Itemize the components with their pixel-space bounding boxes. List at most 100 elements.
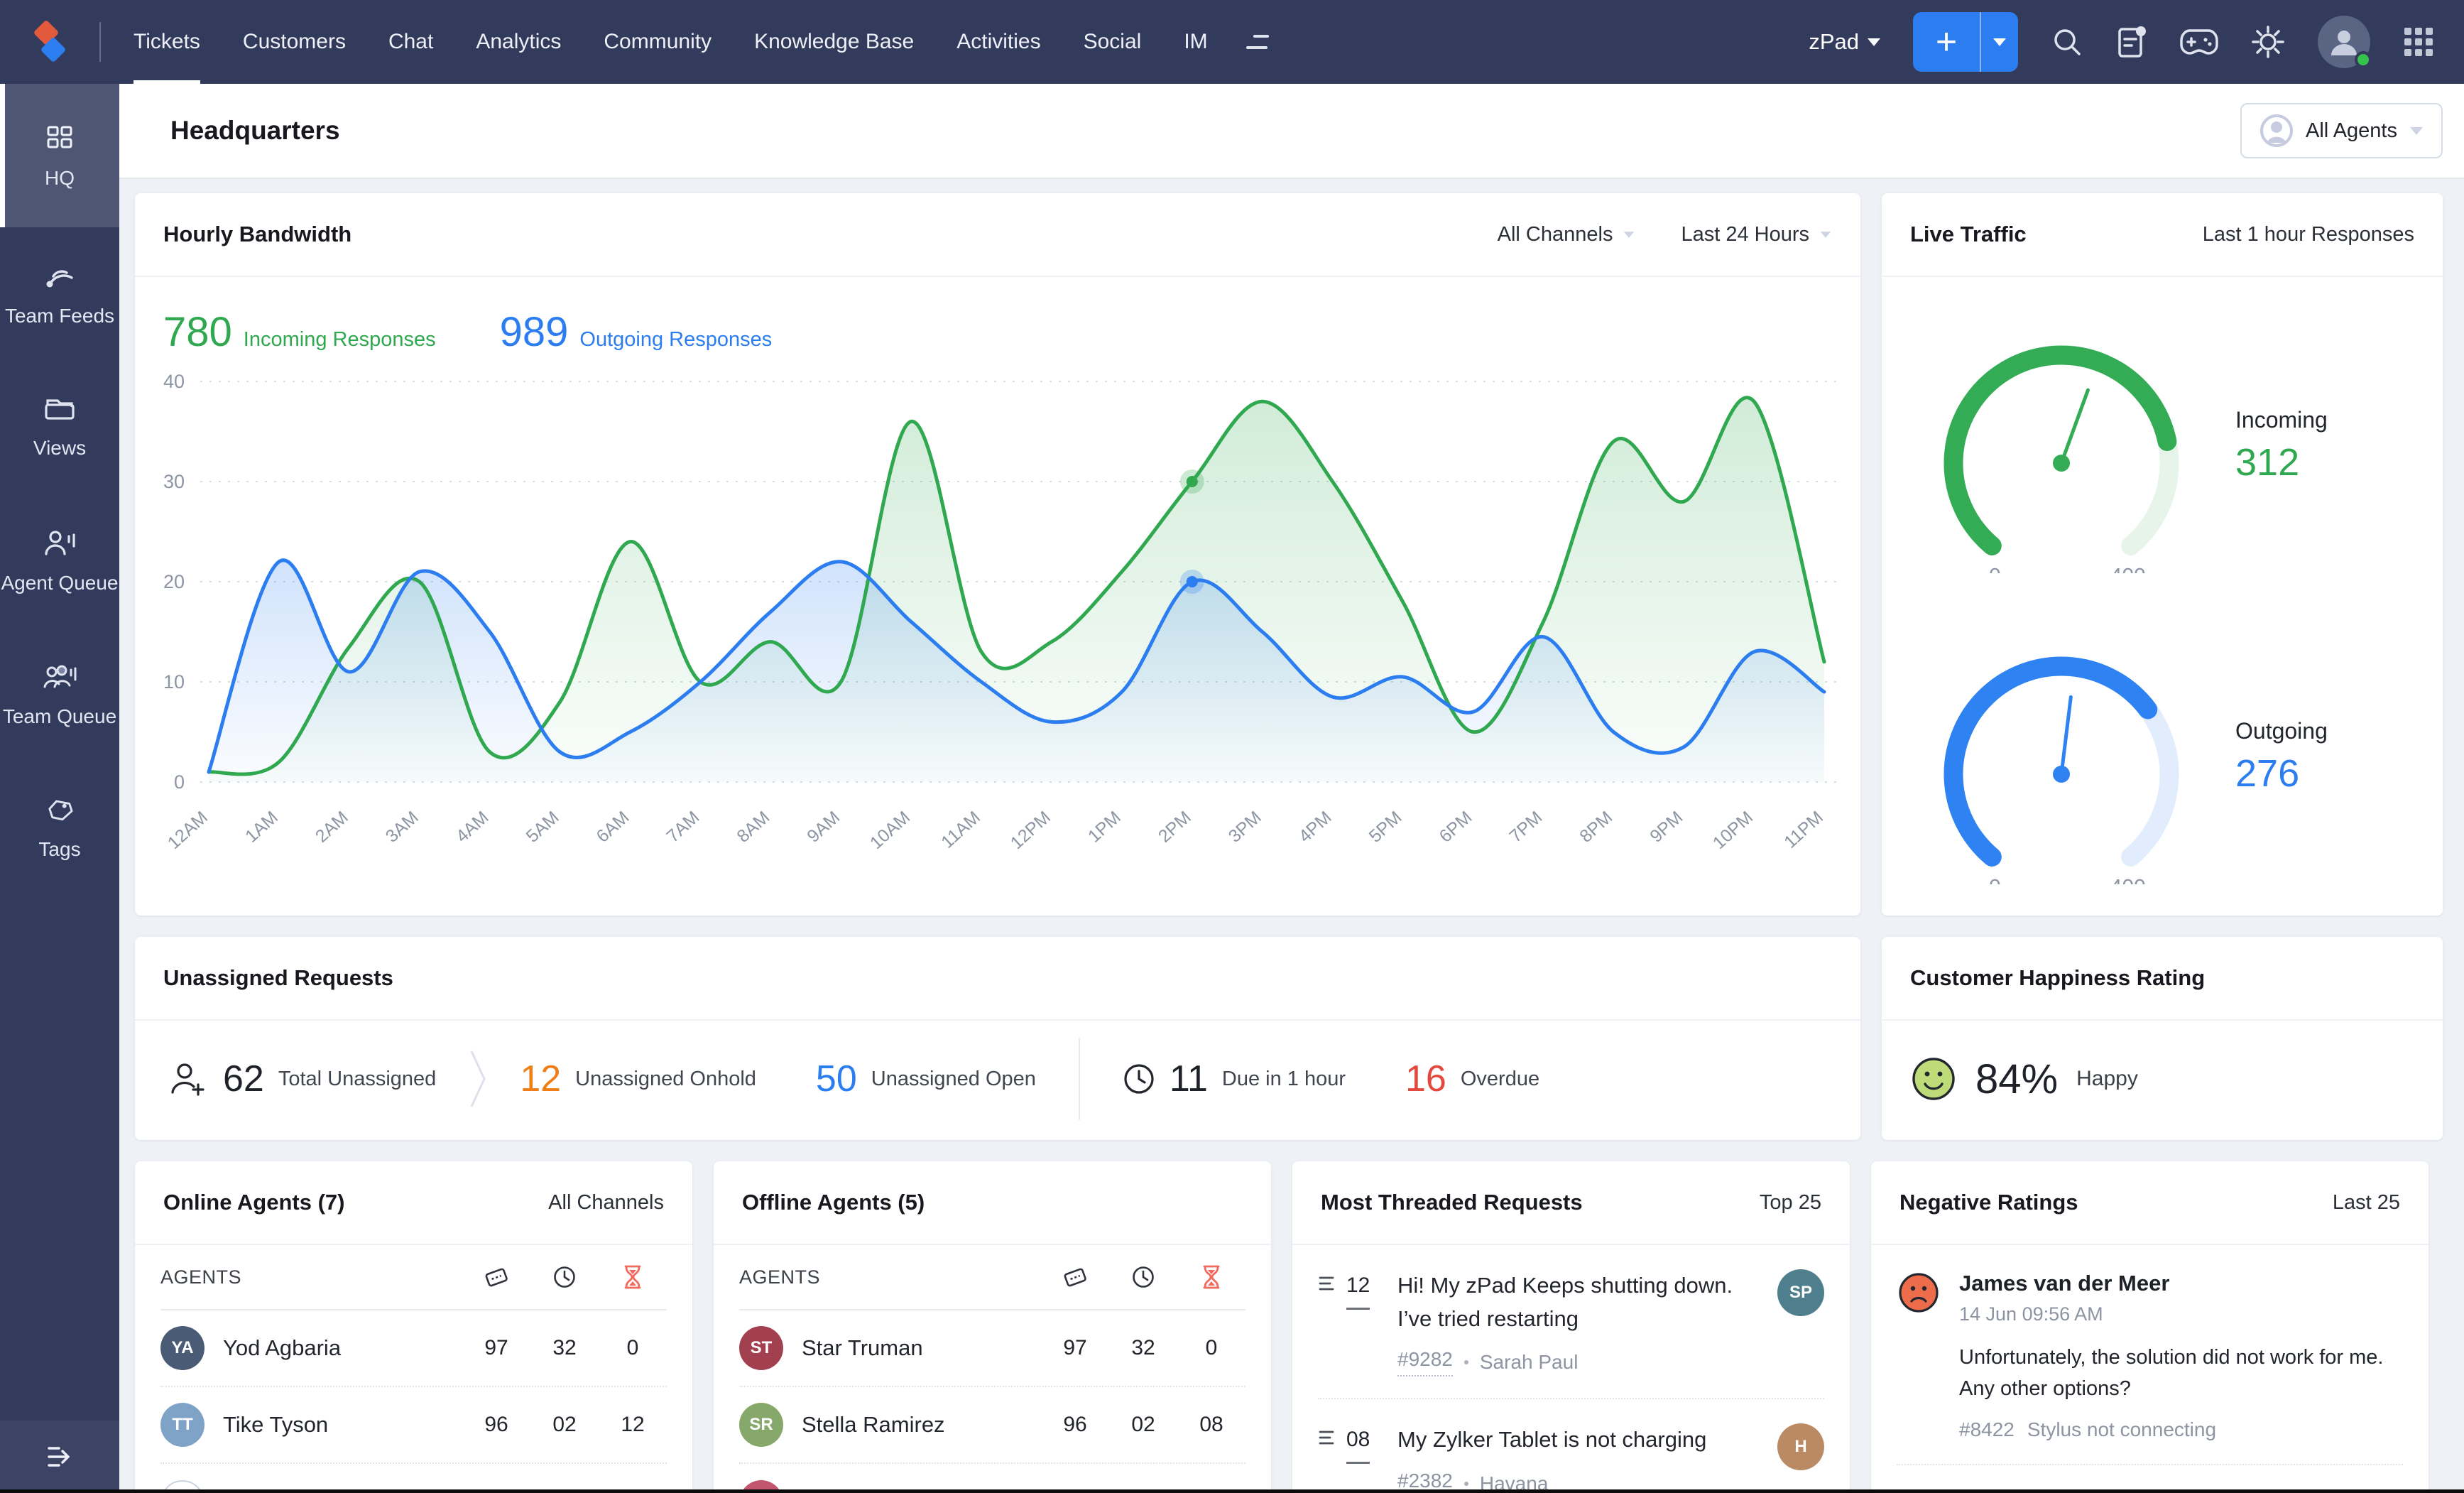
nav-menu: Tickets Customers Chat Analytics Communi… (133, 0, 1208, 84)
outgoing-total: 989 (499, 309, 569, 355)
sidebar-item-team-feeds[interactable]: Team Feeds (0, 227, 119, 361)
thread-count-icon (1319, 1430, 1334, 1445)
nav-item-customers[interactable]: Customers (243, 0, 346, 84)
overdue-column-icon[interactable] (599, 1264, 667, 1290)
happiness-value: 84% (1975, 1055, 2059, 1102)
ticket-subject: Stylus not connecting (2027, 1418, 2217, 1440)
total-unassigned-stat[interactable]: 62 Total Unassigned (168, 1058, 436, 1100)
nav-item-activities[interactable]: Activities (956, 0, 1040, 84)
nav-item-community[interactable]: Community (604, 0, 712, 84)
agent-row[interactable]: ST Star Truman 97 32 0 (739, 1310, 1245, 1387)
channels-dropdown-label: All Channels (1497, 222, 1613, 246)
agent-row[interactable]: SR Stella Ramirez 96 02 08 (739, 1387, 1245, 1464)
sidebar-expand-button[interactable] (0, 1421, 119, 1493)
hourly-bandwidth-card: Hourly Bandwidth All Channels Last 24 Ho… (135, 193, 1860, 916)
sidebar-item-hq[interactable]: HQ (0, 84, 119, 227)
agent-row[interactable]: MWMayra Walker 72 91 03 (739, 1464, 1245, 1493)
sidebar-item-views[interactable]: Views (0, 361, 119, 494)
nav-item-tickets[interactable]: Tickets (133, 0, 200, 84)
sidebar-item-team-queue[interactable]: Team Queue (0, 628, 119, 761)
negative-rating-item[interactable]: James van der Meer 14 Jun 09:56 AM Unfor… (1897, 1245, 2403, 1465)
nav-right-group: zPad + (1809, 12, 2464, 72)
thread-count: 08 (1346, 1428, 1370, 1464)
overdue-value: 16 (1405, 1058, 1446, 1100)
gamescope-icon[interactable] (2180, 28, 2218, 56)
feeds-announcement-icon[interactable] (2116, 25, 2147, 59)
feeds-icon (46, 269, 73, 287)
nav-item-knowledge-base[interactable]: Knowledge Base (754, 0, 914, 84)
agent-row[interactable]: TT Tike Tyson 96 02 12 (160, 1387, 667, 1464)
ticket-number[interactable]: #8422 (1959, 1418, 2015, 1441)
avatar: TT (160, 1403, 205, 1447)
threaded-request-item[interactable]: 12 Hi! My zPad Keeps shutting down. I’ve… (1318, 1245, 1824, 1399)
unassigned-requests-card: Unassigned Requests 62 Total Unassigned … (135, 937, 1860, 1140)
sidebar-item-agent-queue[interactable]: Agent Queue (0, 494, 119, 628)
tickets-column-icon[interactable] (1041, 1265, 1109, 1289)
nav-item-analytics[interactable]: Analytics (476, 0, 561, 84)
nav-item-social[interactable]: Social (1084, 0, 1142, 84)
overdue-column-icon[interactable] (1177, 1264, 1245, 1290)
svg-text:11PM: 11PM (1780, 808, 1827, 852)
unassigned-onhold-stat[interactable]: 12 Unassigned Onhold (520, 1058, 756, 1100)
agent-row[interactable]: JYJo Yung 72 91 06 (160, 1464, 667, 1493)
svg-text:9PM: 9PM (1646, 808, 1686, 847)
sidebar-item-tags[interactable]: Tags (0, 761, 119, 895)
settings-gear-icon[interactable] (2251, 25, 2285, 59)
incoming-total-label: Incoming Responses (243, 328, 436, 351)
svg-text:7AM: 7AM (663, 808, 703, 847)
incoming-gauge: 0 400 (1944, 345, 2179, 573)
overdue-stat[interactable]: 16 Overdue (1405, 1058, 1539, 1100)
all-agents-label: All Agents (2306, 119, 2397, 142)
sidebar-item-label: HQ (45, 166, 75, 189)
nav-item-im[interactable]: IM (1184, 0, 1207, 84)
app-logo[interactable] (0, 19, 99, 65)
add-ticket-split-button[interactable]: + (1913, 12, 2018, 72)
online-agents-card: Online Agents (7) All Channels AGENTS YA… (135, 1161, 692, 1493)
time-column-icon[interactable] (1109, 1265, 1177, 1289)
agent-tickets: 97 (484, 1336, 508, 1359)
caret-down-icon (1624, 231, 1635, 238)
product-switcher[interactable]: zPad (1809, 29, 1880, 55)
plus-icon[interactable]: + (1913, 12, 1981, 72)
tickets-column-icon[interactable] (462, 1265, 530, 1289)
search-icon[interactable] (2051, 26, 2083, 58)
happiness-label: Happy (2076, 1067, 2138, 1090)
sidebar-item-label: Team Queue (2, 705, 117, 727)
agent-name: Yod Agbaria (223, 1335, 342, 1360)
overdue-label: Overdue (1460, 1067, 1540, 1090)
svg-text:40: 40 (163, 371, 185, 392)
expand-arrow-icon (48, 1447, 70, 1467)
live-traffic-card: Live Traffic Last 1 hour Responses 0 400 … (1882, 193, 2443, 916)
sidebar-item-label: Team Feeds (4, 304, 115, 327)
all-agents-dropdown[interactable]: All Agents (2240, 103, 2443, 158)
agent-time: 32 (552, 1336, 577, 1359)
nav-item-chat[interactable]: Chat (388, 0, 433, 84)
agent-time: 02 (1131, 1413, 1155, 1436)
channels-dropdown[interactable]: All Channels (1498, 223, 1636, 246)
bandwidth-area-chart[interactable]: 0 10 20 30 40 12AM 1AM 2AM 3AM 4AM 5AM 6AM 7AM 8AM 9AM… (135, 356, 1860, 890)
agent-row[interactable]: YA Yod Agbaria 97 32 0 (160, 1310, 667, 1387)
most-threaded-card: Most Threaded Requests Top 25 12 Hi! My … (1292, 1161, 1850, 1493)
product-label: zPad (1809, 29, 1859, 54)
svg-text:0: 0 (1989, 875, 2001, 884)
avatar: SR (739, 1403, 783, 1447)
time-range-dropdown[interactable]: Last 24 Hours (1681, 223, 1832, 246)
unassigned-open-stat[interactable]: 50 Unassigned Open (816, 1058, 1036, 1100)
svg-text:9AM: 9AM (803, 808, 844, 847)
unassigned-stats: 62 Total Unassigned 12 Unassigned Onhold… (135, 1021, 1860, 1137)
more-menus-icon[interactable] (1245, 35, 1269, 49)
ticket-number[interactable]: #9282 (1397, 1348, 1453, 1377)
svg-text:6PM: 6PM (1436, 808, 1476, 847)
app-grid-icon[interactable] (2403, 26, 2434, 58)
svg-text:6AM: 6AM (593, 808, 633, 847)
threaded-request-item[interactable]: 08 My Zylker Tablet is not charging #238… (1318, 1399, 1824, 1493)
add-dropdown-toggle[interactable] (1981, 12, 2018, 72)
onhold-label: Unassigned Onhold (575, 1067, 756, 1090)
svg-text:4PM: 4PM (1295, 808, 1336, 847)
time-column-icon[interactable] (530, 1265, 599, 1289)
due-in-hour-stat[interactable]: 11 Due in 1 hour (1123, 1058, 1346, 1100)
svg-text:8AM: 8AM (733, 808, 773, 847)
card-title: Most Threaded Requests (1321, 1190, 1583, 1215)
user-avatar[interactable] (2318, 16, 2372, 68)
happiness-card: Customer Happiness Rating 84% Happy (1882, 937, 2443, 1140)
